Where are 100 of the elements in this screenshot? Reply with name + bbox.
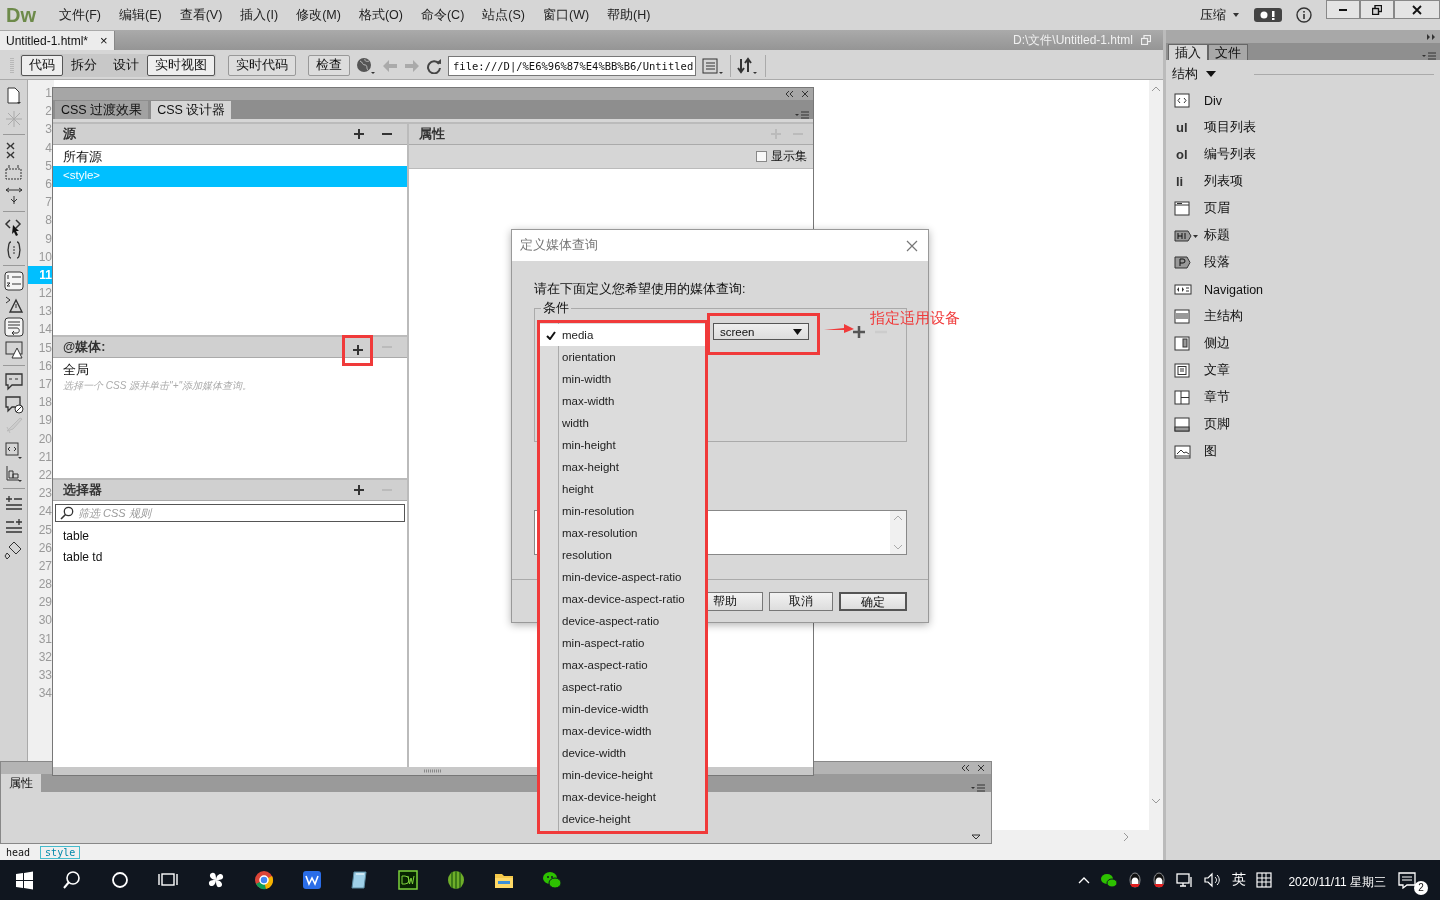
menu-option[interactable]: max-resolution	[540, 522, 705, 544]
menu-option[interactable]: min-aspect-ratio	[540, 632, 705, 654]
code-box-icon[interactable]	[3, 440, 24, 460]
melon-icon[interactable]	[446, 870, 466, 890]
insert-item[interactable]: ol 编号列表	[1166, 141, 1440, 168]
close-button[interactable]	[1394, 0, 1440, 19]
value-dropdown[interactable]: screen	[713, 323, 809, 340]
panel-tab[interactable]: CSS 过渡效果	[55, 101, 149, 119]
menu-item[interactable]: 命令(C)	[411, 6, 474, 24]
collapse-icon[interactable]	[785, 90, 795, 98]
remove-comment-icon[interactable]	[3, 394, 24, 414]
sync-settings-icon[interactable]	[1254, 8, 1282, 22]
insert-item[interactable]: 图	[1166, 438, 1440, 465]
insert-item[interactable]: 主结构	[1166, 303, 1440, 330]
tag-selector-item[interactable]: head	[6, 846, 31, 858]
numbered-lines-icon[interactable]	[3, 271, 24, 291]
insert-item[interactable]: ul 项目列表	[1166, 114, 1440, 141]
wrap-lines-icon[interactable]	[3, 317, 24, 337]
menu-item[interactable]: 修改(M)	[287, 6, 350, 24]
menu-option[interactable]: resolution	[540, 544, 705, 566]
collapse-icon[interactable]	[961, 764, 971, 772]
panel-tab[interactable]: CSS 设计器	[151, 101, 232, 119]
globe-icon[interactable]	[356, 56, 376, 75]
filter-field[interactable]: 筛选 CSS 规则	[55, 504, 405, 522]
volume-icon[interactable]	[1204, 872, 1223, 888]
menu-item[interactable]: 窗口(W)	[533, 6, 599, 24]
menu-option[interactable]: device-width	[540, 742, 705, 764]
network-icon[interactable]	[1176, 872, 1195, 888]
monitor-warning-icon[interactable]	[3, 340, 24, 360]
hierarchy-icon[interactable]	[3, 463, 24, 483]
menu-option[interactable]: min-height	[540, 434, 705, 456]
address-field[interactable]: file:///D|/%E6%96%87%E4%BB%B6/Untitled	[448, 55, 696, 76]
menu-option[interactable]: orientation	[540, 346, 705, 368]
document-app-icon[interactable]	[302, 870, 322, 890]
insert-item[interactable]: 页眉	[1166, 195, 1440, 222]
insert-item[interactable]: li 列表项	[1166, 168, 1440, 195]
menu-option[interactable]: device-height	[540, 808, 705, 830]
document-tab[interactable]: Untitled-1.html* ×	[0, 31, 115, 50]
tag-selector-item[interactable]: style	[40, 845, 81, 859]
circle-icon[interactable]	[110, 870, 130, 890]
insert-item[interactable]: Div	[1166, 87, 1440, 114]
collapse-icon[interactable]	[3, 186, 24, 206]
refresh-icon[interactable]	[426, 57, 442, 74]
menu-option[interactable]: min-device-width	[540, 698, 705, 720]
insert-item[interactable]: 页脚	[1166, 411, 1440, 438]
panel-tab[interactable]: 文件	[1208, 44, 1248, 60]
plus-icon[interactable]	[853, 325, 865, 338]
collapse-panel-icon[interactable]	[1426, 32, 1436, 41]
insert-item[interactable]: 章节	[1166, 384, 1440, 411]
menu-option[interactable]: height	[540, 478, 705, 500]
penguin-icon[interactable]	[1128, 871, 1143, 889]
chevron-up-icon[interactable]	[1078, 876, 1091, 884]
chat-app-icon[interactable]	[542, 870, 562, 890]
notification-button[interactable]	[1396, 869, 1418, 891]
input-language[interactable]: 英	[1232, 871, 1247, 889]
comment-icon[interactable]	[3, 371, 24, 391]
expand-icon[interactable]	[971, 834, 981, 840]
filter-input[interactable]: 筛选 CSS 规则	[78, 507, 400, 519]
format-icon[interactable]	[3, 540, 24, 560]
menu-option[interactable]: max-device-height	[540, 786, 705, 808]
panel-tab[interactable]: 属性	[1, 774, 41, 792]
panel-tab[interactable]: 插入	[1168, 44, 1208, 60]
view-options-icon[interactable]	[702, 56, 724, 75]
menu-option[interactable]: aspect-ratio	[540, 676, 705, 698]
insert-item[interactable]: 侧边	[1166, 330, 1440, 357]
menu-option[interactable]: width	[540, 412, 705, 434]
menu-option[interactable]: min-device-height	[540, 764, 705, 786]
windows-icon[interactable]	[14, 870, 34, 890]
menu-item[interactable]: 插入(I)	[231, 6, 288, 24]
minimize-button[interactable]	[1326, 0, 1360, 19]
category-dropdown[interactable]: 结构	[1172, 65, 1216, 83]
menu-item[interactable]: 文件(F)	[50, 6, 110, 24]
dw-app-icon[interactable]	[398, 870, 418, 890]
checkbox[interactable]	[756, 151, 767, 162]
menu-item[interactable]: 格式(O)	[349, 6, 412, 24]
menu-option[interactable]: min-device-aspect-ratio	[540, 566, 705, 588]
media-item[interactable]: 全局	[53, 358, 407, 379]
view-button[interactable]: 代码	[21, 55, 63, 76]
info-icon[interactable]	[1296, 7, 1312, 23]
menu-option[interactable]: max-height	[540, 456, 705, 478]
menu-option[interactable]: max-aspect-ratio	[540, 654, 705, 676]
restore-button[interactable]	[1360, 0, 1394, 19]
resize-grip-icon[interactable]	[423, 769, 443, 773]
menu-option[interactable]: max-device-width	[540, 720, 705, 742]
view-button[interactable]: 拆分	[63, 55, 105, 76]
dialog-button[interactable]: 取消	[769, 591, 833, 611]
insert-item[interactable]: 段落	[1166, 249, 1440, 276]
selector-item[interactable]: table	[53, 526, 407, 547]
tab-close-button[interactable]: ×	[100, 33, 108, 48]
menu-option[interactable]: device-aspect-ratio	[540, 610, 705, 632]
pinwheel-icon[interactable]	[206, 870, 226, 890]
clock-date[interactable]: 2020/11/11 星期三	[1288, 874, 1386, 891]
view-button[interactable]: 设计	[105, 55, 147, 76]
toolbar-button[interactable]: 实时代码	[228, 55, 296, 76]
selector-item[interactable]: table td	[53, 547, 407, 568]
menu-item[interactable]: 编辑(E)	[109, 6, 171, 24]
source-item[interactable]: 所有源	[53, 145, 407, 166]
menu-option[interactable]: min-width	[540, 368, 705, 390]
menu-item[interactable]: 站点(S)	[473, 6, 534, 24]
dialog-button[interactable]: 确定	[839, 591, 907, 611]
